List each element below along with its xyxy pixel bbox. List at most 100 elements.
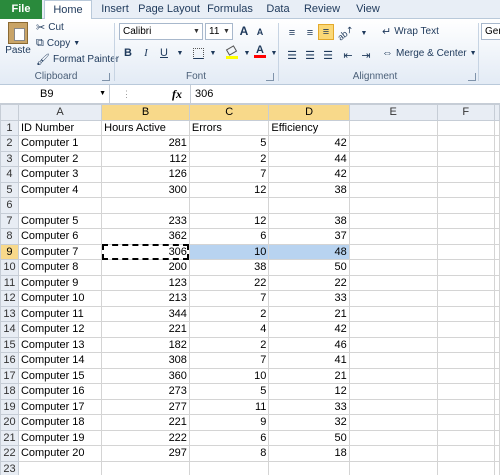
cell-c[interactable]: 6 xyxy=(188,429,270,446)
cell-c[interactable]: Errors xyxy=(188,119,270,136)
cell-e[interactable] xyxy=(348,150,438,167)
font-size-select[interactable]: 11 ▼ xyxy=(205,23,233,40)
cell-g[interactable] xyxy=(494,228,500,245)
cell-c[interactable]: 7 xyxy=(188,352,270,369)
row-header[interactable]: 23 xyxy=(0,460,19,475)
cell-g[interactable] xyxy=(494,383,500,400)
cell-f[interactable] xyxy=(436,429,496,446)
cell-b[interactable]: 222 xyxy=(101,429,190,446)
fx-button[interactable]: fx xyxy=(172,87,182,102)
column-header-a[interactable]: A xyxy=(17,104,103,121)
cell-d[interactable]: 48 xyxy=(268,243,350,260)
tab-review[interactable]: Review xyxy=(298,0,346,19)
align-center-button[interactable]: ☰ xyxy=(302,47,318,63)
cell-b[interactable]: 281 xyxy=(101,135,190,152)
cell-g[interactable] xyxy=(494,336,500,353)
cell-c[interactable]: 12 xyxy=(188,212,270,229)
row-header[interactable]: 18 xyxy=(0,383,19,400)
cell-c[interactable]: 5 xyxy=(188,383,270,400)
cell-g[interactable] xyxy=(494,181,500,198)
cell-c[interactable]: 6 xyxy=(188,228,270,245)
row-header[interactable]: 21 xyxy=(0,429,19,446)
row-header[interactable]: 5 xyxy=(0,181,19,198)
cell-e[interactable] xyxy=(348,398,438,415)
grow-font-button[interactable]: A xyxy=(236,23,252,39)
borders-button[interactable] xyxy=(190,45,206,61)
cell-a[interactable]: Computer 9 xyxy=(17,274,103,291)
cell-f[interactable] xyxy=(436,336,496,353)
cell-g[interactable] xyxy=(494,398,500,415)
orientation-button[interactable]: ab↗ xyxy=(336,23,356,42)
cell-g[interactable] xyxy=(494,290,500,307)
column-header-f[interactable]: F xyxy=(436,104,496,121)
cell-f[interactable] xyxy=(436,119,496,136)
cell-f[interactable] xyxy=(436,181,496,198)
cell-f[interactable] xyxy=(436,383,496,400)
tab-formulas[interactable]: Formulas xyxy=(202,0,258,19)
format-painter-button[interactable]: 🖌 Format Painter xyxy=(36,53,119,66)
row-header[interactable]: 20 xyxy=(0,414,19,431)
cell-a[interactable]: Computer 15 xyxy=(17,367,103,384)
merge-center-button[interactable]: ⇔ Merge & Center ▼ xyxy=(382,47,477,59)
cell-e[interactable] xyxy=(348,367,438,384)
cell-g[interactable] xyxy=(494,414,500,431)
cell-a[interactable]: Computer 2 xyxy=(17,150,103,167)
cell-g[interactable] xyxy=(494,305,500,322)
cell-g[interactable] xyxy=(494,274,500,291)
row-header[interactable]: 11 xyxy=(0,274,19,291)
row-header[interactable]: 19 xyxy=(0,398,19,415)
cell-e[interactable] xyxy=(348,135,438,152)
cell-d[interactable]: 32 xyxy=(268,414,350,431)
cell-g[interactable] xyxy=(494,166,500,183)
cell-d[interactable]: 44 xyxy=(268,150,350,167)
cell-e[interactable] xyxy=(348,197,438,214)
row-header[interactable]: 6 xyxy=(0,197,19,214)
cell-a[interactable]: Computer 18 xyxy=(17,414,103,431)
cell-f[interactable] xyxy=(436,445,496,462)
cell-a[interactable]: Computer 19 xyxy=(17,429,103,446)
cell-g[interactable] xyxy=(494,321,500,338)
row-header[interactable]: 8 xyxy=(0,228,19,245)
cell-f[interactable] xyxy=(436,243,496,260)
cell-c[interactable]: 8 xyxy=(188,445,270,462)
cell-e[interactable] xyxy=(348,352,438,369)
cell-a[interactable]: Computer 5 xyxy=(17,212,103,229)
cell-e[interactable] xyxy=(348,321,438,338)
cell-c[interactable] xyxy=(188,197,270,214)
cell-c[interactable]: 9 xyxy=(188,414,270,431)
cell-f[interactable] xyxy=(436,135,496,152)
cell-d[interactable]: 33 xyxy=(268,290,350,307)
cell-f[interactable] xyxy=(436,398,496,415)
cell-d[interactable] xyxy=(268,197,350,214)
alignment-launcher-icon[interactable] xyxy=(468,73,476,81)
cell-f[interactable] xyxy=(436,352,496,369)
orientation-dropdown[interactable]: ▼ xyxy=(356,25,372,41)
cell-a[interactable]: Computer 6 xyxy=(17,228,103,245)
cell-a[interactable] xyxy=(17,197,103,214)
copy-button[interactable]: ⧉ Copy ▼ xyxy=(36,37,80,50)
cell-b[interactable] xyxy=(101,197,190,214)
cell-c[interactable]: 2 xyxy=(188,150,270,167)
align-middle-button[interactable]: ≡ xyxy=(302,25,318,41)
cell-g[interactable] xyxy=(494,352,500,369)
cell-c[interactable]: 12 xyxy=(188,181,270,198)
cell-d[interactable]: 42 xyxy=(268,321,350,338)
cell-b[interactable]: 308 xyxy=(101,352,190,369)
tab-home[interactable]: Home xyxy=(44,0,92,20)
cell-c[interactable]: 38 xyxy=(188,259,270,276)
name-box[interactable]: B9 ▼ xyxy=(0,85,110,103)
decrease-indent-button[interactable]: ⇤ xyxy=(340,47,356,63)
number-format-select[interactable]: Gene xyxy=(481,23,500,40)
cell-a[interactable]: Computer 12 xyxy=(17,321,103,338)
cell-f[interactable] xyxy=(436,197,496,214)
cell-a[interactable]: Computer 3 xyxy=(17,166,103,183)
cell-e[interactable] xyxy=(348,119,438,136)
active-cell[interactable]: 306 xyxy=(101,243,190,260)
cell-c[interactable]: 2 xyxy=(188,336,270,353)
cell-f[interactable] xyxy=(436,150,496,167)
cell-a[interactable]: Computer 20 xyxy=(17,445,103,462)
cell-g[interactable] xyxy=(494,243,500,260)
cell-d[interactable]: 37 xyxy=(268,228,350,245)
tab-page-layout[interactable]: Page Layout xyxy=(138,0,200,19)
cell-e[interactable] xyxy=(348,274,438,291)
